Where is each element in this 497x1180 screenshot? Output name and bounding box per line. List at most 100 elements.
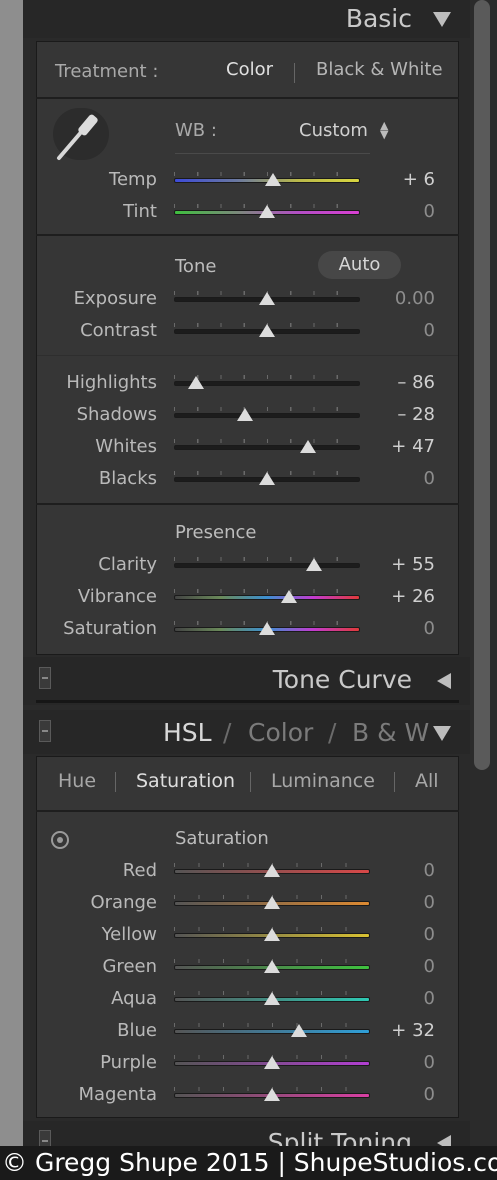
panel-switch-toggle[interactable] <box>39 720 51 742</box>
expand-triangle-icon[interactable] <box>437 673 451 689</box>
left-panel-edge <box>0 0 23 1180</box>
slider-thumb[interactable] <box>264 928 280 941</box>
slider-thumb[interactable] <box>188 376 205 389</box>
slider-thumb[interactable] <box>259 205 275 218</box>
wb-selector-tool[interactable] <box>53 108 109 160</box>
tone-section-label: Tone <box>175 256 217 277</box>
slider-thumb[interactable] <box>264 992 280 1005</box>
slider-thumb[interactable] <box>305 558 322 571</box>
slider-track[interactable] <box>174 563 360 568</box>
slider-value[interactable]: 0 <box>424 201 435 222</box>
slider-label: Clarity <box>98 554 157 575</box>
slider-thumb[interactable] <box>299 440 316 453</box>
slider-value[interactable]: 0 <box>424 860 435 881</box>
slider-thumb[interactable] <box>264 896 280 909</box>
tone-curve-title: Tone Curve <box>272 665 412 694</box>
slider-value[interactable]: 0 <box>424 468 435 489</box>
wb-dropdown[interactable]: Custom <box>299 120 368 141</box>
divider <box>36 97 459 99</box>
slider-value[interactable]: 0 <box>424 1084 435 1105</box>
slider-value[interactable]: + 55 <box>391 554 435 575</box>
slider-thumb[interactable] <box>259 292 275 305</box>
slider-label: Yellow <box>101 924 157 945</box>
slider-label: Blacks <box>98 468 157 489</box>
panel-switch-toggle[interactable] <box>39 667 51 689</box>
hsl-header[interactable]: HSL / Color / B & W <box>23 710 470 754</box>
slider-track[interactable] <box>174 445 360 450</box>
separator <box>250 772 251 792</box>
divider <box>36 234 459 236</box>
slider-value[interactable]: 0 <box>424 892 435 913</box>
slider-thumb[interactable] <box>236 408 253 421</box>
title-separator: / <box>328 718 337 747</box>
slider-track[interactable] <box>174 1029 370 1034</box>
slider-label: Blue <box>117 1020 157 1041</box>
slider-value[interactable]: 0 <box>424 618 435 639</box>
wb-label: WB : <box>175 120 217 141</box>
slider-thumb[interactable] <box>259 324 275 337</box>
slider-value[interactable]: – 28 <box>397 404 435 425</box>
dropdown-arrows-icon: ▲ ▼ <box>380 119 389 141</box>
tab-hue[interactable]: Hue <box>58 770 96 792</box>
scrollbar-thumb[interactable] <box>474 0 490 770</box>
bw-title[interactable]: B & W <box>352 718 429 747</box>
slider-value[interactable]: + 32 <box>391 1020 435 1041</box>
separator <box>115 772 116 792</box>
slider-value[interactable]: 0 <box>424 1052 435 1073</box>
slider-ticks <box>174 1023 370 1027</box>
slider-value[interactable]: 0 <box>424 988 435 1009</box>
slider-ticks <box>174 589 360 593</box>
slider-ticks <box>174 439 360 443</box>
slider-thumb[interactable] <box>264 960 280 973</box>
slider-value[interactable]: – 86 <box>397 372 435 393</box>
divider <box>36 503 459 505</box>
color-title[interactable]: Color <box>248 718 313 747</box>
copyright-watermark: © Gregg Shupe 2015 | ShupeStudios.com <box>0 1146 497 1180</box>
tab-luminance[interactable]: Luminance <box>271 770 375 792</box>
treatment-color-button[interactable]: Color <box>226 59 273 80</box>
treatment-label: Treatment : <box>55 61 159 82</box>
slider-thumb[interactable] <box>264 1088 280 1101</box>
slider-thumb[interactable] <box>264 864 280 877</box>
slider-label: Purple <box>100 1052 157 1073</box>
slider-track[interactable] <box>174 595 360 600</box>
hsl-title[interactable]: HSL <box>163 718 212 747</box>
tab-all[interactable]: All <box>415 770 439 792</box>
slider-label: Temp <box>109 169 157 190</box>
auto-tone-button[interactable]: Auto <box>318 251 401 279</box>
slider-thumb[interactable] <box>259 622 275 635</box>
slider-ticks <box>174 557 360 561</box>
slider-label: Shadows <box>76 404 157 425</box>
slider-value[interactable]: + 47 <box>391 436 435 457</box>
divider <box>175 153 370 154</box>
slider-label: Highlights <box>66 372 157 393</box>
slider-value[interactable]: 0 <box>424 320 435 341</box>
slider-value[interactable]: 0 <box>424 924 435 945</box>
eyedropper-icon <box>57 114 98 160</box>
tone-curve-header[interactable]: Tone Curve <box>23 657 470 705</box>
slider-value[interactable]: 0 <box>424 956 435 977</box>
target-adjustment-icon[interactable] <box>51 831 69 849</box>
slider-thumb[interactable] <box>259 472 275 485</box>
basic-header[interactable]: Basic <box>23 0 470 38</box>
slider-track[interactable] <box>174 413 360 418</box>
basic-title: Basic <box>345 4 412 33</box>
slider-thumb[interactable] <box>264 173 281 186</box>
treatment-bw-button[interactable]: Black & White <box>316 59 443 80</box>
slider-label: Magenta <box>78 1084 157 1105</box>
slider-value[interactable]: + 6 <box>403 169 435 190</box>
collapse-triangle-icon[interactable] <box>433 726 451 741</box>
slider-thumb[interactable] <box>264 1056 280 1069</box>
slider-label: Orange <box>90 892 157 913</box>
slider-value[interactable]: + 26 <box>391 586 435 607</box>
presence-section-label: Presence <box>175 522 257 543</box>
slider-thumb[interactable] <box>281 590 298 603</box>
divider <box>37 355 458 356</box>
tab-saturation[interactable]: Saturation <box>136 770 235 792</box>
slider-label: Whites <box>95 436 157 457</box>
slider-value[interactable]: 0.00 <box>395 288 435 309</box>
slider-thumb[interactable] <box>291 1024 308 1037</box>
slider-ticks <box>174 407 360 411</box>
slider-label: Tint <box>123 201 157 222</box>
collapse-triangle-icon[interactable] <box>433 12 451 27</box>
